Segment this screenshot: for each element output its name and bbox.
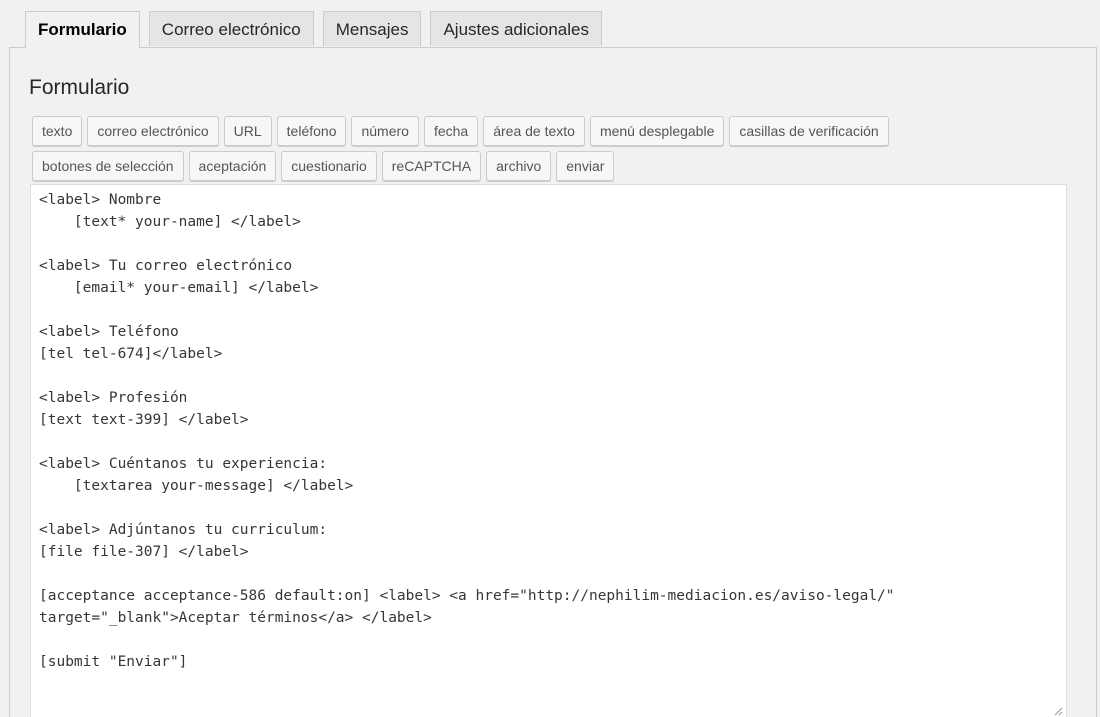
resize-handle-icon[interactable]	[1053, 706, 1063, 716]
tag-button-area-de-texto[interactable]: área de texto	[483, 116, 585, 146]
tab-ajustes-adicionales[interactable]: Ajustes adicionales	[430, 11, 602, 46]
tab-mensajes[interactable]: Mensajes	[322, 11, 422, 46]
tab-bar: Formulario Correo electrónico Mensajes A…	[25, 11, 602, 48]
panel-title: Formulario	[29, 76, 130, 99]
tag-button-casillas-de-verificacion[interactable]: casillas de verificación	[729, 116, 889, 146]
form-editor-page: Formulario Correo electrónico Mensajes A…	[0, 0, 1100, 717]
tag-buttons-row-2: botones de selección aceptación cuestion…	[32, 151, 1072, 181]
tag-button-cuestionario[interactable]: cuestionario	[281, 151, 377, 181]
tag-button-numero[interactable]: número	[351, 116, 419, 146]
tag-buttons-row-1: texto correo electrónico URL teléfono nú…	[32, 116, 1072, 146]
tag-button-fecha[interactable]: fecha	[423, 116, 479, 146]
tag-button-url[interactable]: URL	[223, 116, 272, 146]
form-template-textarea[interactable]: <label> Nombre [text* your-name] </label…	[30, 184, 1067, 717]
tag-button-recaptcha[interactable]: reCAPTCHA	[381, 151, 482, 181]
tag-generator-buttons: texto correo electrónico URL teléfono nú…	[32, 116, 1072, 186]
tab-formulario[interactable]: Formulario	[25, 11, 140, 48]
tag-button-enviar[interactable]: enviar	[556, 151, 615, 181]
tab-correo-electronico[interactable]: Correo electrónico	[148, 11, 314, 46]
tag-button-correo-electronico[interactable]: correo electrónico	[87, 116, 219, 146]
tag-button-telefono[interactable]: teléfono	[276, 116, 347, 146]
tag-button-archivo[interactable]: archivo	[486, 151, 552, 181]
tag-button-botones-de-seleccion[interactable]: botones de selección	[32, 151, 184, 181]
tag-button-texto[interactable]: texto	[32, 116, 83, 146]
tag-button-aceptacion[interactable]: aceptación	[188, 151, 277, 181]
form-panel: Formulario texto correo electrónico URL …	[9, 47, 1097, 717]
tag-button-menu-desplegable[interactable]: menú desplegable	[589, 116, 725, 146]
